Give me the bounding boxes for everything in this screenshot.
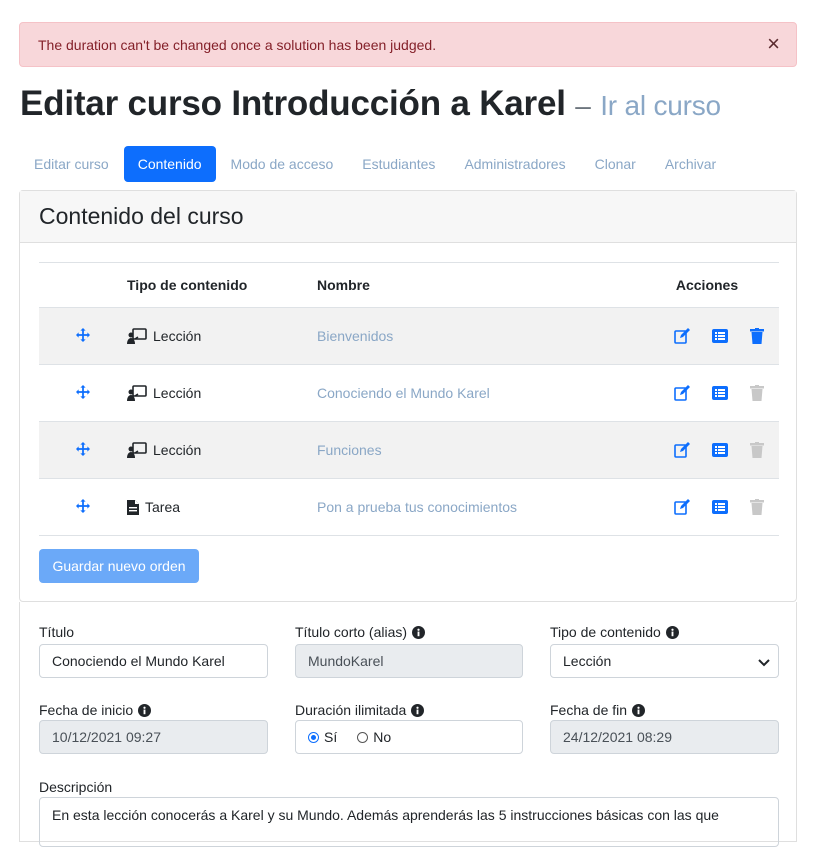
- tab-clonar[interactable]: Clonar: [581, 146, 650, 182]
- content-type: Lección: [127, 442, 317, 458]
- alias-label-text: Título corto (alias): [295, 624, 408, 640]
- content-type-selected: Lección: [563, 653, 612, 669]
- title-label: Título: [39, 624, 74, 640]
- content-type: Lección: [127, 328, 317, 344]
- table-row: Tarea Pon a prueba tus conocimientos: [39, 478, 779, 536]
- title-input[interactable]: Conociendo el Mundo Karel: [39, 644, 268, 678]
- save-order-button[interactable]: Guardar nuevo orden: [39, 549, 199, 583]
- content-type-label: Tarea: [145, 499, 181, 515]
- content-type: Lección: [127, 385, 317, 401]
- edit-icon[interactable]: [674, 499, 690, 515]
- list-icon[interactable]: [712, 443, 728, 457]
- content-name-link[interactable]: Bienvenidos: [317, 328, 393, 344]
- list-icon[interactable]: [712, 329, 728, 343]
- start-date-label: Fecha de inicio: [39, 702, 152, 718]
- content-type-label: Lección: [153, 385, 202, 401]
- table-row: Lección Funciones: [39, 421, 779, 479]
- assignment-icon: [127, 499, 139, 515]
- description-textarea[interactable]: En esta lección conocerás a Karel y su M…: [39, 797, 779, 847]
- title-label-text: Título: [39, 624, 75, 640]
- radio-yes-label: Sí: [324, 729, 338, 745]
- start-date-input: 10/12/2021 09:27: [39, 720, 268, 754]
- trash-icon: [750, 442, 764, 458]
- table-row: Lección Bienvenidos: [39, 307, 779, 365]
- drag-handle-icon[interactable]: [76, 384, 90, 402]
- info-icon: [632, 703, 646, 717]
- page-title-text: Editar curso Introducción a Karel: [20, 84, 566, 123]
- info-icon: [411, 703, 425, 717]
- alert-message: The duration can't be changed once a sol…: [38, 36, 437, 53]
- card-header: Contenido del curso: [20, 191, 796, 243]
- col-type: Tipo de contenido: [127, 262, 317, 308]
- info-icon: [138, 703, 152, 717]
- title-dash: –: [575, 90, 591, 121]
- list-icon[interactable]: [712, 500, 728, 514]
- content-name-link[interactable]: Conociendo el Mundo Karel: [317, 385, 490, 401]
- alias-input: MundoKarel: [295, 644, 523, 678]
- content-type-field-label: Tipo de contenido: [550, 624, 679, 640]
- tab-archivar[interactable]: Archivar: [651, 146, 730, 182]
- table-row: Lección Conociendo el Mundo Karel: [39, 364, 779, 422]
- end-date-label: Fecha de fin: [550, 702, 646, 718]
- lesson-icon: [127, 328, 147, 344]
- end-date-input: 24/12/2021 08:29: [550, 720, 779, 754]
- tab-estudiantes[interactable]: Estudiantes: [348, 146, 449, 182]
- lesson-icon: [127, 385, 147, 401]
- tab-modo-de-acceso[interactable]: Modo de acceso: [217, 146, 348, 182]
- info-icon: [412, 625, 426, 639]
- description-label: Descripción: [39, 779, 112, 795]
- radio-no-label: No: [373, 729, 392, 745]
- col-name: Nombre: [317, 262, 635, 308]
- drag-handle-icon[interactable]: [76, 441, 90, 459]
- alias-label: Título corto (alias): [295, 624, 426, 640]
- go-to-course-link[interactable]: Ir al curso: [600, 90, 721, 121]
- chevron-down-icon: [758, 655, 770, 671]
- edit-icon[interactable]: [674, 328, 690, 344]
- radio-no[interactable]: [357, 731, 369, 743]
- lesson-icon: [127, 442, 147, 458]
- course-tabs: Editar curso Contenido Modo de acceso Es…: [20, 146, 731, 182]
- content-type-label-text: Tipo de contenido: [550, 624, 661, 640]
- error-alert: The duration can't be changed once a sol…: [19, 22, 797, 67]
- content-type: Tarea: [127, 499, 317, 515]
- close-icon[interactable]: ×: [767, 33, 780, 55]
- content-name-link[interactable]: Pon a prueba tus conocimientos: [317, 499, 517, 515]
- drag-handle-icon[interactable]: [76, 498, 90, 516]
- tab-editar-curso[interactable]: Editar curso: [20, 146, 123, 182]
- trash-icon: [750, 385, 764, 401]
- trash-icon[interactable]: [750, 328, 764, 344]
- page-title: Editar curso Introducción a Karel – Ir a…: [20, 84, 721, 124]
- unlimited-radio-group: Sí No: [295, 720, 523, 754]
- tab-contenido[interactable]: Contenido: [123, 146, 216, 182]
- trash-icon: [750, 499, 764, 515]
- content-table: Tipo de contenido Nombre Acciones Lecció…: [39, 262, 779, 536]
- edit-icon[interactable]: [674, 385, 690, 401]
- end-label-text: Fecha de fin: [550, 702, 628, 718]
- radio-yes[interactable]: [308, 731, 319, 743]
- start-label-text: Fecha de inicio: [39, 702, 134, 718]
- tab-administradores[interactable]: Administradores: [450, 146, 579, 182]
- content-card: Contenido del curso Tipo de contenido No…: [19, 190, 797, 602]
- drag-handle-icon[interactable]: [76, 327, 90, 345]
- list-icon[interactable]: [712, 386, 728, 400]
- edit-icon[interactable]: [674, 442, 690, 458]
- content-type-select[interactable]: Lección: [550, 644, 779, 678]
- description-label-text: Descripción: [39, 779, 113, 795]
- content-type-label: Lección: [153, 442, 202, 458]
- unlimited-label-text: Duración ilimitada: [295, 702, 407, 718]
- content-type-label: Lección: [153, 328, 202, 344]
- content-name-link[interactable]: Funciones: [317, 442, 382, 458]
- content-form: Título Conociendo el Mundo Karel Título …: [19, 602, 797, 847]
- col-drag: [39, 262, 127, 308]
- unlimited-label: Duración ilimitada: [295, 702, 425, 718]
- info-icon: [665, 625, 679, 639]
- col-actions: Acciones: [635, 262, 779, 308]
